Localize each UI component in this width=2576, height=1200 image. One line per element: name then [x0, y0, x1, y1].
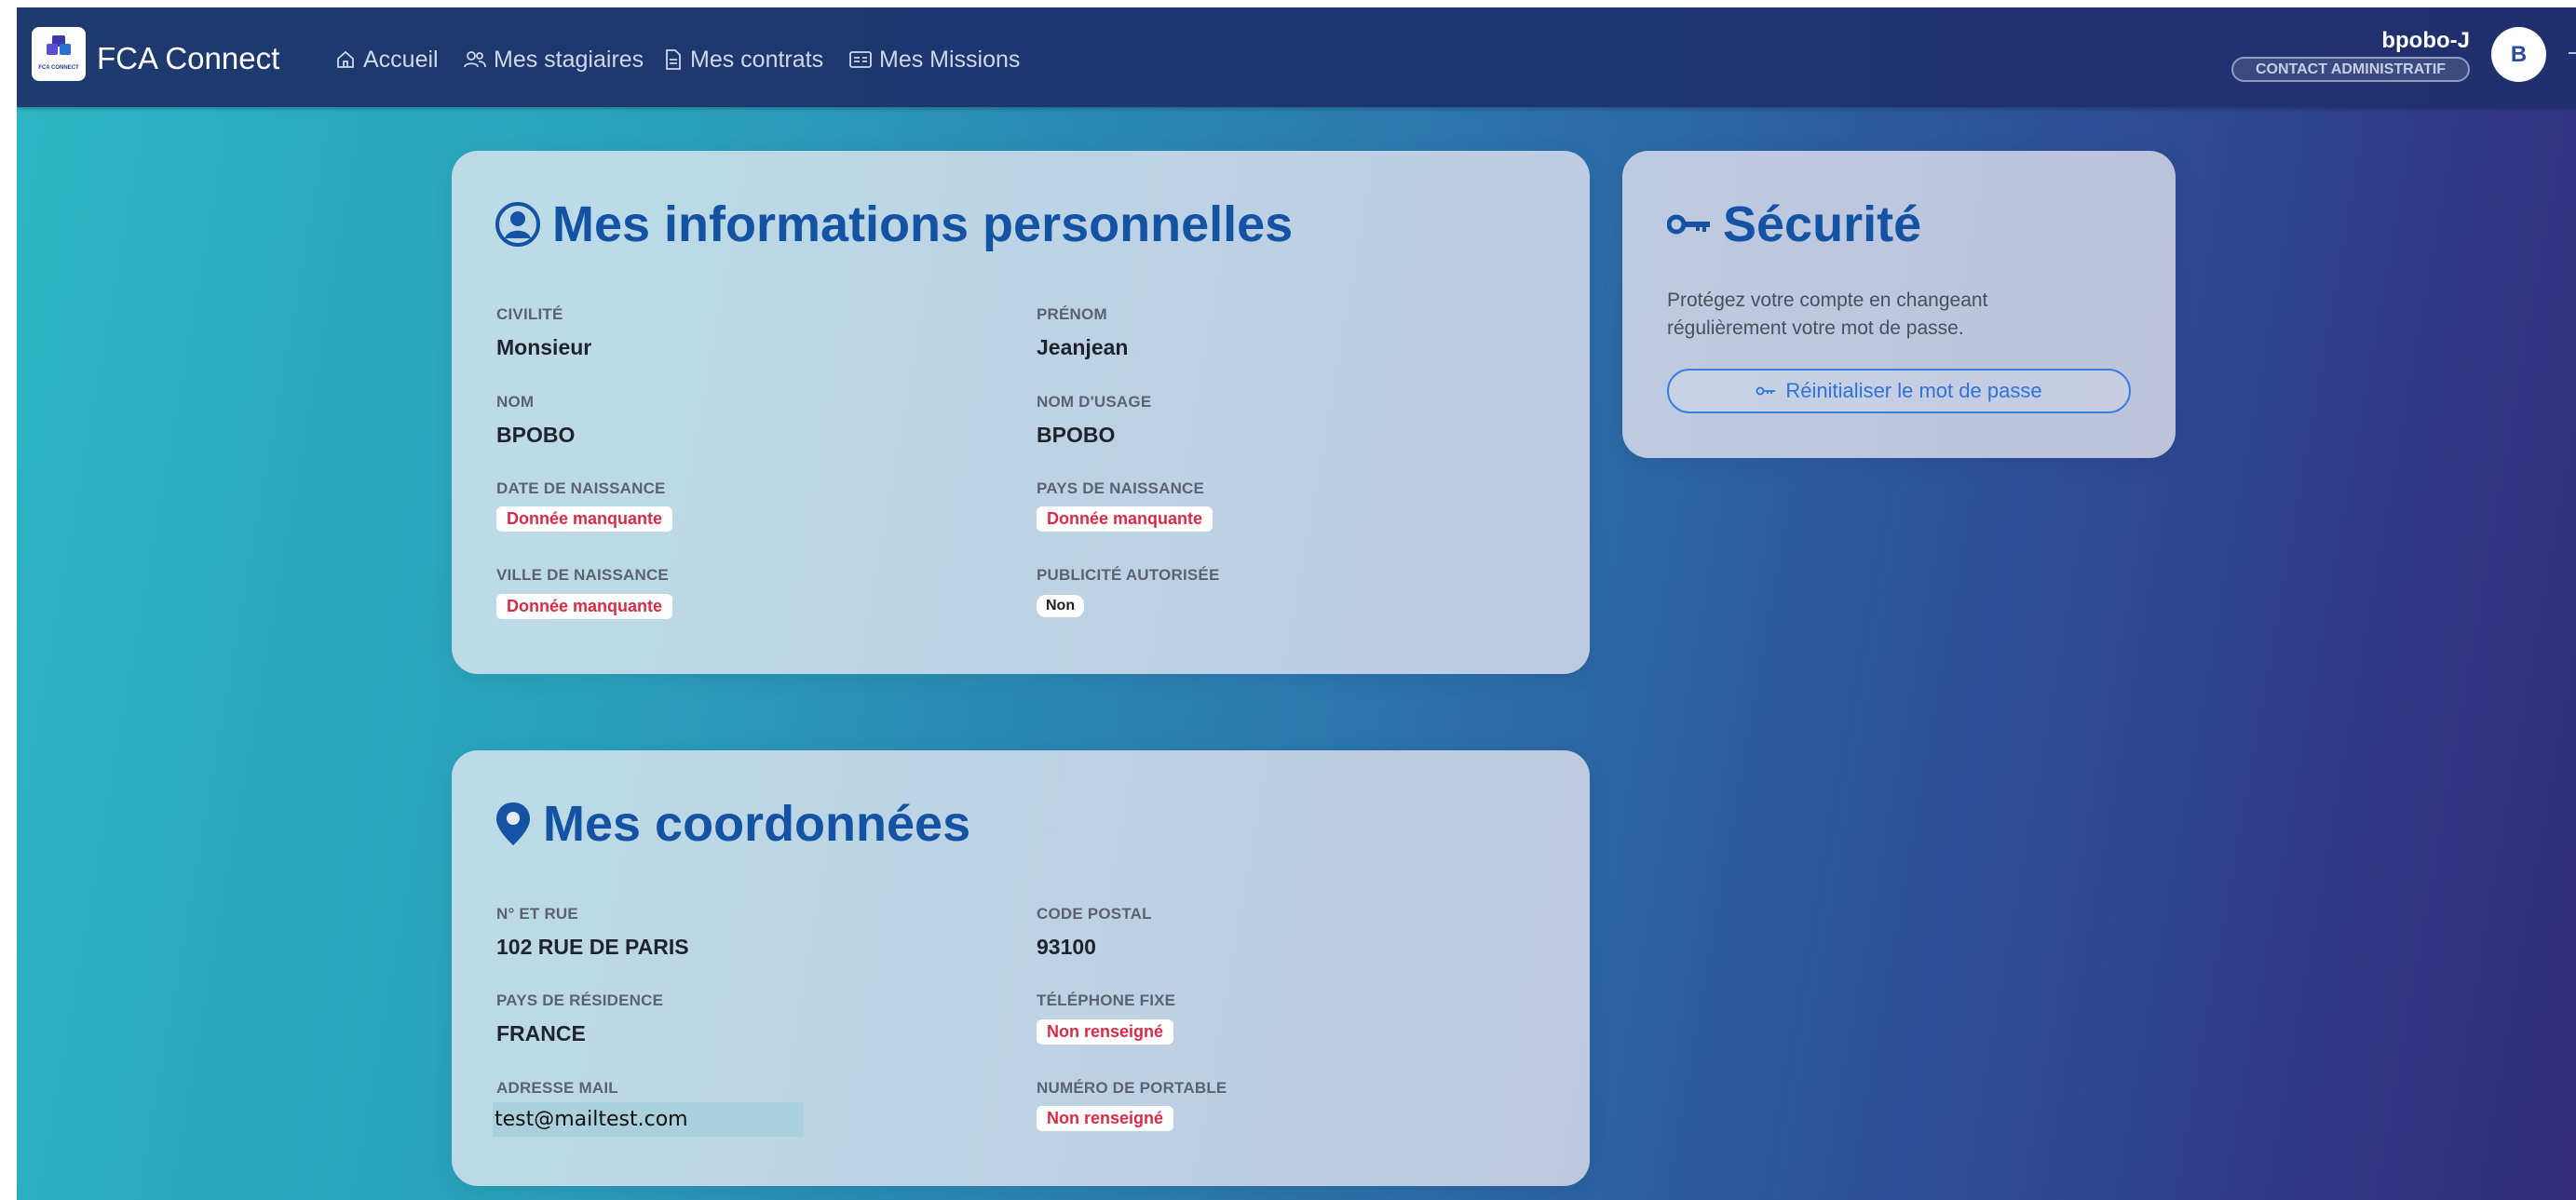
- pays-residence-label: PAYS DE RÉSIDENCE: [496, 991, 664, 1009]
- edge-indicator: [2569, 52, 2576, 54]
- nav-label: Accueil: [363, 46, 439, 73]
- ville-naissance-missing-badge: Donnée manquante: [496, 594, 673, 619]
- logo-icon: [47, 35, 71, 55]
- card-title-text: Mes informations personnelles: [552, 196, 1294, 252]
- nom-usage-label: NOM D'USAGE: [1037, 393, 1152, 411]
- nav-accueil[interactable]: Accueil: [335, 47, 439, 73]
- code-postal-value: 93100: [1037, 935, 1096, 959]
- role-badge: CONTACT ADMINISTRATIF: [2231, 57, 2470, 82]
- user-circle-icon: [495, 202, 540, 247]
- adresse-mail-label: ADRESSE MAIL: [496, 1079, 618, 1097]
- date-naissance-missing-badge: Donnée manquante: [496, 506, 673, 532]
- portable-badge: Non renseigné: [1037, 1106, 1174, 1131]
- pays-naissance-missing-badge: Donnée manquante: [1037, 506, 1213, 532]
- publicite-badge: Non: [1037, 595, 1085, 617]
- email-field[interactable]: test@mailtest.com: [493, 1102, 804, 1137]
- nom-value: BPOBO: [496, 423, 576, 447]
- pays-residence-value: FRANCE: [496, 1021, 586, 1045]
- personal-info-title: Mes informations personnelles: [495, 199, 1293, 249]
- reset-password-label: Réinitialiser le mot de passe: [1785, 379, 2042, 402]
- portable-label: NUMÉRO DE PORTABLE: [1037, 1079, 1227, 1097]
- reset-password-button[interactable]: Réinitialiser le mot de passe: [1667, 369, 2131, 413]
- document-icon: [666, 49, 681, 70]
- nav-mes-contrats[interactable]: Mes contrats: [664, 47, 823, 73]
- users-icon: [464, 51, 486, 68]
- ville-naissance-label: VILLE DE NAISSANCE: [496, 566, 669, 584]
- date-naissance-label: DATE DE NAISSANCE: [496, 479, 666, 497]
- pays-naissance-label: PAYS DE NAISSANCE: [1037, 479, 1205, 497]
- civilite-label: CIVILITÉ: [496, 305, 563, 323]
- nom-label: NOM: [496, 393, 535, 411]
- telephone-fixe-badge: Non renseigné: [1037, 1019, 1174, 1045]
- id-card-icon: [849, 51, 872, 68]
- nav-label: Mes stagiaires: [494, 46, 644, 73]
- telephone-fixe-label: TÉLÉPHONE FIXE: [1037, 991, 1176, 1009]
- rue-label: N° ET RUE: [496, 905, 578, 923]
- card-title-text: Sécurité: [1723, 196, 1922, 252]
- app-logo[interactable]: FCA CONNECT: [32, 27, 86, 81]
- security-card: Sécurité Protégez votre compte en change…: [1622, 151, 2176, 458]
- app-name[interactable]: FCA Connect: [97, 43, 279, 74]
- contact-card: Mes coordonnées N° ET RUE 102 RUE DE PAR…: [452, 750, 1590, 1186]
- avatar[interactable]: B: [2491, 27, 2546, 82]
- nav-mes-stagiaires[interactable]: Mes stagiaires: [464, 47, 644, 73]
- civilite-value: Monsieur: [496, 335, 592, 359]
- top-navbar: FCA CONNECT FCA Connect Accueil Mes stag…: [17, 7, 2576, 107]
- security-description: Protégez votre compte en changeant régul…: [1667, 290, 1988, 339]
- app-frame: FCA CONNECT FCA Connect Accueil Mes stag…: [17, 7, 2576, 1200]
- prenom-value: Jeanjean: [1037, 335, 1129, 359]
- nav-label: Mes contrats: [690, 46, 824, 73]
- code-postal-label: CODE POSTAL: [1037, 905, 1152, 923]
- logo-text: FCA CONNECT: [38, 65, 79, 71]
- nom-usage-value: BPOBO: [1037, 423, 1116, 447]
- security-title: Sécurité: [1667, 199, 1921, 249]
- publicite-label: PUBLICITÉ AUTORISÉE: [1037, 566, 1220, 584]
- key-icon: [1667, 214, 1710, 235]
- personal-info-card: Mes informations personnelles CIVILITÉ M…: [452, 151, 1590, 674]
- key-outline-icon: [1756, 386, 1776, 396]
- user-name[interactable]: bpobo-J: [2381, 28, 2470, 54]
- nav-mes-missions[interactable]: Mes Missions: [849, 47, 1020, 73]
- location-pin-icon: [496, 802, 530, 845]
- prenom-label: PRÉNOM: [1037, 305, 1107, 323]
- rue-value: 102 RUE DE PARIS: [496, 935, 689, 959]
- nav-label: Mes Missions: [879, 46, 1021, 73]
- home-icon: [337, 50, 354, 68]
- card-title-text: Mes coordonnées: [543, 796, 971, 852]
- contact-title: Mes coordonnées: [495, 799, 970, 849]
